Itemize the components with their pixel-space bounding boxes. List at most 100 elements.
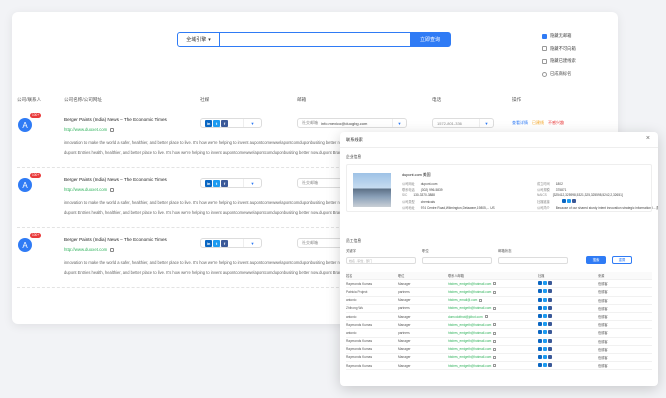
copy-icon[interactable] [493, 323, 497, 327]
facebook-icon[interactable] [548, 314, 552, 319]
copy-icon[interactable] [110, 247, 115, 252]
employee-row: Raymonds Kumas Manager hbdres_emigeth@ho… [346, 354, 652, 363]
copy-icon[interactable] [493, 307, 497, 310]
filter-title-label: 职位 [422, 249, 429, 253]
company-url[interactable]: http://www.duoxet.com [64, 127, 115, 132]
company-url[interactable]: http://www.duoxet.com [64, 247, 115, 252]
facebook-icon[interactable]: f [221, 179, 228, 187]
keyword-input[interactable]: 姓名 , 职位 , 部门 [346, 257, 416, 264]
linkedin-icon[interactable]: in [205, 179, 212, 187]
copy-icon[interactable] [493, 364, 497, 368]
twitter-icon[interactable] [543, 354, 547, 359]
linkedin-icon[interactable] [538, 314, 542, 319]
modal-title: 联系线索 [346, 137, 363, 142]
checkbox[interactable] [542, 58, 547, 64]
linkedin-icon[interactable] [538, 338, 542, 343]
twitter-icon[interactable] [543, 330, 547, 335]
facebook-icon[interactable]: f [221, 119, 228, 127]
copy-icon[interactable] [493, 356, 497, 360]
facebook-icon[interactable] [548, 363, 552, 368]
twitter-icon[interactable] [543, 363, 547, 368]
linkedin-icon[interactable]: in [205, 239, 212, 247]
twitter-icon[interactable] [543, 322, 547, 327]
view-details-link[interactable]: 查看详情 [512, 120, 528, 126]
linkedin-icon[interactable] [538, 363, 542, 368]
facebook-icon[interactable] [548, 322, 552, 327]
twitter-icon[interactable]: t [213, 179, 220, 187]
copy-icon[interactable] [493, 282, 497, 286]
linkedin-icon[interactable] [538, 354, 542, 359]
copy-icon[interactable] [110, 187, 115, 192]
search-scope-select[interactable]: 全域引擎 ▾ [178, 33, 220, 46]
linkedin-icon[interactable] [538, 297, 542, 302]
filter-option[interactable]: 隐藏不可向箱 [542, 43, 576, 56]
close-icon[interactable]: × [646, 135, 650, 142]
email-select[interactable]: 社交邮箱 info.mexico@duogbg.com ▼ [297, 118, 407, 128]
checkbox[interactable] [542, 33, 547, 39]
email-status-select[interactable] [498, 257, 568, 264]
twitter-icon[interactable] [543, 297, 547, 302]
copy-icon[interactable] [493, 339, 497, 343]
facebook-icon[interactable] [548, 297, 552, 302]
copy-icon[interactable] [493, 290, 497, 294]
facebook-icon[interactable] [548, 346, 552, 351]
chevron-down-icon[interactable]: ▼ [479, 119, 493, 127]
search-input[interactable] [220, 33, 410, 46]
lead-created-link[interactable]: 已建线 [532, 120, 544, 126]
chevron-down-icon[interactable]: ▼ [243, 119, 261, 127]
linkedin-icon[interactable]: in [205, 119, 212, 127]
linkedin-icon[interactable] [538, 305, 542, 310]
title-select[interactable] [422, 257, 492, 264]
filter-option[interactable]: 已成商标名 [542, 68, 576, 81]
twitter-icon[interactable] [543, 305, 547, 310]
company-description: innovation to make the world a safer, he… [64, 260, 346, 275]
phone-select[interactable]: 1572-801-336 ▼ [432, 118, 494, 128]
facebook-icon[interactable] [548, 354, 552, 359]
copy-icon[interactable] [110, 127, 115, 132]
filter-option[interactable]: 隐藏无邮箱 [542, 30, 576, 43]
linkedin-icon[interactable] [538, 346, 542, 351]
copy-icon[interactable] [493, 347, 497, 351]
copy-icon[interactable] [493, 331, 497, 335]
facebook-icon[interactable] [548, 281, 552, 286]
company-field: 公司简介 Because of our shared sturdy intent … [537, 206, 658, 210]
twitter-icon[interactable] [543, 346, 547, 351]
search-button[interactable]: 立即查询 [410, 33, 450, 46]
twitter-icon[interactable] [543, 281, 547, 286]
col-header-phone: 电话 [432, 97, 442, 102]
chevron-down-icon[interactable]: ▼ [392, 119, 406, 127]
radio[interactable] [542, 71, 547, 77]
linkedin-icon[interactable] [538, 322, 542, 327]
twitter-icon[interactable]: t [213, 119, 220, 127]
facebook-icon[interactable] [548, 289, 552, 294]
facebook-icon[interactable] [571, 199, 576, 203]
facebook-icon[interactable] [548, 305, 552, 310]
chevron-down-icon[interactable]: ▼ [243, 239, 261, 247]
copy-icon[interactable] [484, 315, 488, 319]
copy-icon[interactable] [479, 298, 483, 302]
chevron-down-icon[interactable]: ▼ [243, 179, 261, 187]
filter-option[interactable]: 隐藏已建线索 [542, 55, 576, 68]
employee-reset-button[interactable]: 重置 [612, 256, 632, 264]
company-title: Berger Paints (India) News – The Economi… [64, 117, 167, 122]
col-header-website: 公司名称/公司网址 [64, 97, 103, 102]
facebook-icon[interactable] [548, 330, 552, 335]
linkedin-icon[interactable] [538, 289, 542, 294]
employee-search-button[interactable]: 搜索 [586, 256, 606, 264]
facebook-icon[interactable] [548, 338, 552, 343]
not-interested-link[interactable]: 不感兴趣 [548, 120, 564, 126]
twitter-icon[interactable]: t [213, 239, 220, 247]
company-url[interactable]: http://www.duoxet.com [64, 187, 115, 192]
checkbox[interactable] [542, 46, 547, 52]
linkedin-icon[interactable] [538, 330, 542, 335]
linkedin-icon[interactable] [538, 281, 542, 286]
twitter-icon[interactable] [543, 314, 547, 319]
company-field: NAICS [325412,325998,5321,325,325598,5242… [537, 193, 623, 197]
twitter-icon[interactable] [543, 338, 547, 343]
facebook-icon[interactable]: f [221, 239, 228, 247]
linkedin-icon[interactable] [561, 199, 566, 203]
twitter-icon[interactable] [543, 289, 547, 294]
twitter-icon[interactable] [566, 199, 571, 203]
filter-options: 隐藏无邮箱 隐藏不可向箱 隐藏已建线索 已成商标名 [542, 30, 576, 80]
col-header-company: 公司/联系人 [17, 97, 42, 102]
